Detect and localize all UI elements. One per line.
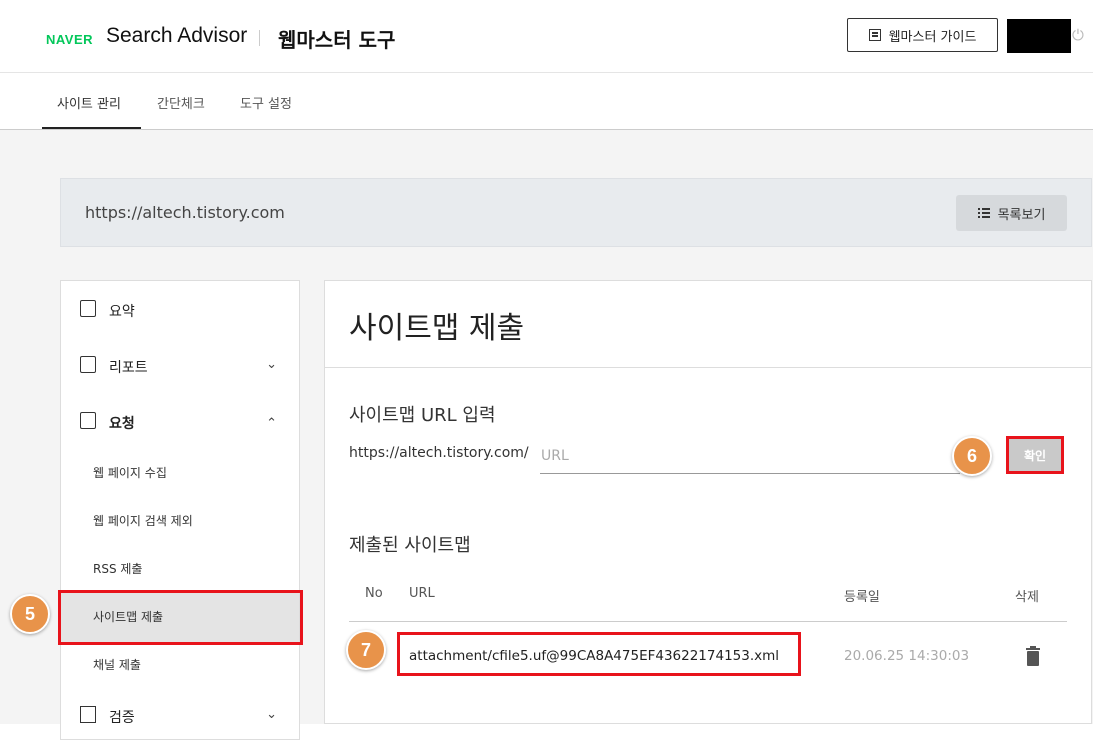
table-header-divider (349, 621, 1067, 622)
sidebar-item-verify[interactable]: 검증 ⌄ (61, 695, 299, 735)
column-header-date: 등록일 (844, 590, 880, 605)
trash-body (1027, 651, 1039, 666)
top-header: NAVER Search Advisor 웹마스터 도구 웹마스터 가이드 ⏻ (0, 0, 1093, 73)
column-header-delete: 삭제 (1015, 590, 1039, 605)
sidebar-item-summary[interactable]: 요약 (61, 289, 299, 329)
repeat-icon (80, 706, 96, 723)
sitemap-row-date: 20.06.25 14:30:03 (844, 648, 970, 664)
main-panel: 사이트맵 제출 사이트맵 URL 입력 https://altech.tisto… (324, 280, 1092, 724)
sidebar-subitem-page-crawl[interactable]: 웹 페이지 수집 (93, 464, 167, 481)
step-badge-6: 6 (952, 436, 992, 476)
sidebar-subitem-channel[interactable]: 채널 제출 (93, 656, 141, 673)
tool-title: 웹마스터 도구 (278, 28, 396, 52)
list-view-button[interactable]: 목록보기 (956, 195, 1067, 231)
column-header-url: URL (409, 586, 435, 601)
sidebar-subitem-page-exclude[interactable]: 웹 페이지 검색 제외 (93, 512, 193, 529)
header-divider (259, 30, 260, 46)
tab-quick-check[interactable]: 간단체크 (157, 93, 205, 112)
naver-logo[interactable]: NAVER (46, 32, 93, 47)
confirm-button[interactable]: 확인 (1006, 436, 1064, 474)
chart-icon (80, 356, 96, 373)
list-icon (977, 208, 990, 218)
guide-book-icon (868, 29, 881, 41)
sidebar-item-label: 요청 (109, 416, 135, 432)
guide-button-label: 웹마스터 가이드 (888, 29, 977, 45)
sidebar-item-report[interactable]: 리포트 ⌄ (61, 345, 299, 385)
sidebar-subitem-rss[interactable]: RSS 제출 (93, 560, 142, 577)
highlight-box-sitemap-menu (58, 590, 303, 645)
current-site-url: https://altech.tistory.com (85, 203, 285, 222)
trash-lid (1026, 646, 1040, 650)
sitemap-url-input[interactable] (540, 439, 960, 474)
sidebar: 요약 리포트 ⌄ 요청 ⌃ 웹 페이지 수집 웹 페이지 검색 제외 RSS 제… (60, 280, 300, 740)
chevron-down-icon: ⌄ (266, 707, 277, 722)
sidebar-item-label: 검증 (109, 710, 135, 726)
sidebar-item-label: 리포트 (109, 360, 148, 376)
product-name[interactable]: Search Advisor (106, 24, 247, 48)
webmaster-guide-button[interactable]: 웹마스터 가이드 (847, 18, 998, 52)
step-badge-5: 5 (10, 594, 50, 634)
sidebar-item-request[interactable]: 요청 ⌃ (61, 401, 299, 441)
page-title: 사이트맵 제출 (349, 311, 525, 346)
title-divider (325, 367, 1091, 368)
tab-tool-settings[interactable]: 도구 설정 (240, 93, 292, 112)
submitted-section-title: 제출된 사이트맵 (349, 535, 471, 556)
column-header-no: No (365, 586, 383, 601)
top-nav-tabs: 사이트 관리 간단체크 도구 설정 (0, 73, 1093, 130)
clipboard-check-icon (80, 412, 96, 429)
tab-site-management[interactable]: 사이트 관리 (57, 93, 121, 112)
chevron-up-icon: ⌃ (266, 416, 277, 431)
user-account-redacted[interactable] (1007, 19, 1071, 53)
power-logout-icon[interactable]: ⏻ (1072, 26, 1084, 44)
active-tab-indicator (42, 127, 141, 129)
site-bar: https://altech.tistory.com 목록보기 (60, 178, 1092, 247)
input-section-title: 사이트맵 URL 입력 (349, 405, 496, 426)
trash-icon[interactable] (1026, 646, 1040, 666)
step-badge-7: 7 (346, 630, 386, 670)
list-view-label: 목록보기 (997, 207, 1046, 223)
clipboard-icon (80, 300, 96, 317)
sidebar-item-label: 요약 (109, 304, 135, 320)
url-prefix: https://altech.tistory.com/ (349, 445, 529, 461)
sitemap-row-url[interactable]: attachment/cfile5.uf@99CA8A475EF43622174… (409, 648, 779, 664)
chevron-down-icon: ⌄ (266, 357, 277, 372)
